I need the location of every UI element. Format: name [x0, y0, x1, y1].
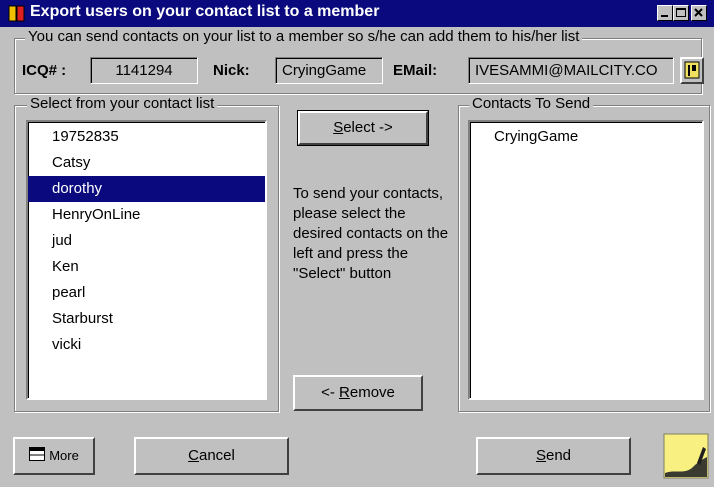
minimize-icon[interactable] [657, 5, 673, 21]
nick-label: Nick: [213, 62, 250, 79]
icq-number-field: 1141294 [90, 57, 198, 84]
instructions-text: To send your contacts, please select the… [293, 185, 449, 282]
app-icon [8, 5, 26, 22]
contact-list-item[interactable]: vicki [28, 332, 265, 358]
target-list-legend: Contacts To Send [469, 95, 594, 112]
source-list-legend: Select from your contact list [27, 95, 218, 112]
send-button[interactable]: Send [476, 437, 631, 475]
send-list-item[interactable]: CryingGame [470, 124, 702, 150]
contact-list-item[interactable]: 19752835 [28, 124, 265, 150]
more-button[interactable]: More [13, 437, 95, 475]
title-bar[interactable]: Export users on your contact list to a m… [0, 0, 714, 27]
contact-list-item[interactable]: Ken [28, 254, 265, 280]
maximize-icon[interactable] [673, 5, 689, 21]
icq-label: ICQ# : [22, 62, 67, 79]
email-label: EMail: [393, 62, 438, 79]
close-icon[interactable] [691, 5, 707, 21]
contact-listbox[interactable]: 19752835 Catsy dorothy HenryOnLine jud Ken pea… [26, 120, 267, 400]
info-group-legend: You can send contacts on your list to a … [25, 28, 583, 45]
cancel-button[interactable]: Cancel [134, 437, 289, 475]
select-button[interactable]: Select -> [297, 110, 429, 146]
contact-list-item[interactable]: dorothy [28, 176, 265, 202]
contact-list-item[interactable]: jud [28, 228, 265, 254]
note-icon [663, 433, 709, 479]
contact-list-item[interactable]: Starburst [28, 306, 265, 332]
user-info-icon [684, 61, 700, 83]
email-field: IVESAMMI@MAILCITY.CO [468, 57, 674, 84]
contact-list-item[interactable]: pearl [28, 280, 265, 306]
contact-list-item[interactable]: Catsy [28, 150, 265, 176]
nick-field: CryingGame [275, 57, 383, 84]
window-icon [29, 440, 46, 474]
contacts-to-send-listbox[interactable]: CryingGame [468, 120, 704, 400]
user-info-button[interactable] [680, 57, 704, 84]
remove-button[interactable]: <- Remove [293, 375, 423, 411]
window-title: Export users on your contact list to a m… [30, 3, 380, 20]
contact-list-item[interactable]: HenryOnLine [28, 202, 265, 228]
